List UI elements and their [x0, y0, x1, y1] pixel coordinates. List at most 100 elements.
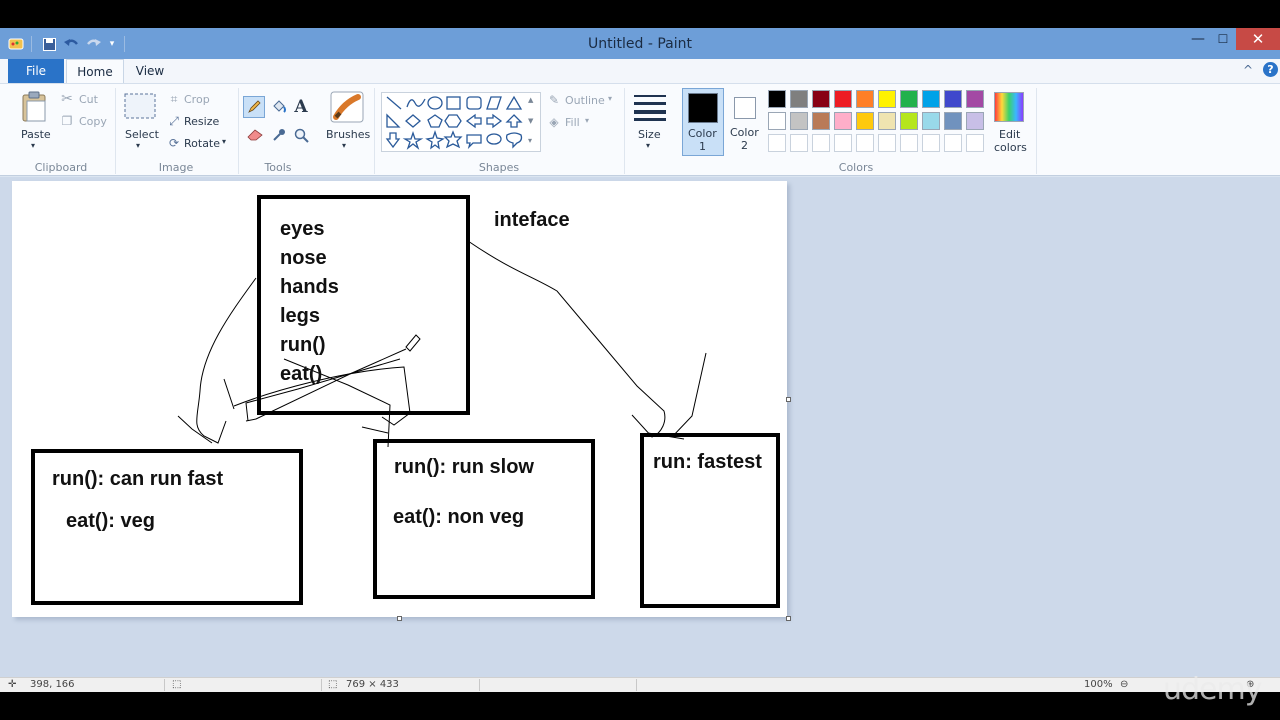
- letterbox-bottom: [0, 692, 1280, 720]
- interface-member-eat: eat(): [280, 363, 323, 385]
- magnifier-icon[interactable]: [291, 124, 311, 146]
- color2-label: Color: [730, 126, 759, 139]
- fill-dropdown-icon[interactable]: ▾: [585, 116, 589, 125]
- custom-color-slot[interactable]: [834, 134, 852, 152]
- custom-color-slot[interactable]: [812, 134, 830, 152]
- size-button[interactable]: Size: [638, 128, 661, 141]
- shapes-scroll-up-icon[interactable]: ▲: [528, 96, 533, 104]
- select-dropdown-icon[interactable]: ▾: [136, 141, 140, 150]
- palette-swatch[interactable]: [790, 112, 808, 130]
- paste-dropdown-icon[interactable]: ▾: [31, 141, 35, 150]
- rotate-dropdown-icon[interactable]: ▾: [222, 137, 226, 146]
- palette-swatch[interactable]: [856, 90, 874, 108]
- custom-color-slot[interactable]: [768, 134, 786, 152]
- brushes-button[interactable]: Brushes: [326, 128, 370, 141]
- fill-button[interactable]: Fill: [565, 116, 580, 129]
- palette-swatch[interactable]: [834, 90, 852, 108]
- palette-swatch[interactable]: [900, 90, 918, 108]
- fill-bucket-icon[interactable]: [269, 96, 289, 118]
- cursor-position: 398, 166: [30, 679, 75, 690]
- tab-view[interactable]: View: [126, 59, 174, 83]
- palette-swatch[interactable]: [944, 90, 962, 108]
- shapes-expand-icon[interactable]: ▾: [528, 136, 532, 145]
- color-picker-icon[interactable]: [269, 124, 289, 146]
- drawing-canvas[interactable]: eyes nose hands legs run() eat() intefac…: [12, 181, 787, 617]
- select-icon[interactable]: [124, 92, 156, 120]
- udemy-watermark: udemy: [1163, 672, 1262, 707]
- tab-file[interactable]: File: [8, 59, 64, 83]
- interface-label: inteface: [494, 209, 570, 231]
- left-box-eat: eat(): veg: [66, 510, 155, 532]
- custom-color-slot[interactable]: [900, 134, 918, 152]
- size-dropdown-icon[interactable]: ▾: [646, 141, 650, 150]
- color1-button[interactable]: Color 1: [682, 88, 724, 156]
- text-tool-icon[interactable]: A: [291, 96, 311, 118]
- palette-swatch[interactable]: [812, 90, 830, 108]
- palette-swatch[interactable]: [922, 112, 940, 130]
- brushes-icon[interactable]: [329, 90, 365, 124]
- palette-swatch[interactable]: [878, 112, 896, 130]
- zoom-out-icon[interactable]: ⊖: [1120, 679, 1128, 690]
- resize-handle-bottom[interactable]: [397, 616, 402, 621]
- tools-group-label: Tools: [264, 161, 292, 174]
- custom-color-slot[interactable]: [944, 134, 962, 152]
- color1-swatch: [688, 93, 718, 123]
- palette-swatch[interactable]: [812, 112, 830, 130]
- canvas-size-icon: ⬚: [328, 679, 338, 690]
- copy-button[interactable]: Copy: [79, 115, 107, 128]
- cut-button[interactable]: Cut: [79, 93, 98, 106]
- palette-swatch[interactable]: [878, 90, 896, 108]
- fill-icon: ◈: [549, 115, 559, 129]
- resize-handle-corner[interactable]: [786, 616, 791, 621]
- help-icon[interactable]: ?: [1263, 62, 1278, 77]
- group-separator: [1036, 88, 1037, 174]
- maximize-button[interactable]: ☐: [1212, 28, 1234, 50]
- outline-button[interactable]: Outline: [565, 94, 605, 107]
- resize-button[interactable]: Resize: [184, 115, 219, 128]
- palette-swatch[interactable]: [966, 112, 984, 130]
- close-button[interactable]: ✕: [1236, 28, 1280, 50]
- right-box-run: run: fastest: [653, 451, 762, 473]
- palette-swatch[interactable]: [834, 112, 852, 130]
- custom-color-slot[interactable]: [856, 134, 874, 152]
- paste-icon[interactable]: [20, 90, 50, 124]
- paste-button[interactable]: Paste: [21, 128, 51, 141]
- interface-member-legs: legs: [280, 305, 321, 327]
- status-separator: [636, 679, 637, 691]
- color2-number: 2: [741, 139, 748, 152]
- shapes-scroll-down-icon[interactable]: ▼: [528, 117, 533, 125]
- palette-swatch[interactable]: [922, 90, 940, 108]
- resize-handle-right[interactable]: [786, 397, 791, 402]
- palette-swatch[interactable]: [856, 112, 874, 130]
- palette-swatch[interactable]: [966, 90, 984, 108]
- rotate-button[interactable]: Rotate: [184, 137, 220, 150]
- shapes-gallery[interactable]: [381, 92, 541, 152]
- tab-home[interactable]: Home: [66, 59, 124, 83]
- palette-swatch[interactable]: [790, 90, 808, 108]
- palette-swatch[interactable]: [900, 112, 918, 130]
- color2-button[interactable]: Color 2: [727, 88, 765, 156]
- outline-dropdown-icon[interactable]: ▾: [608, 94, 612, 103]
- crop-icon: ⌗: [170, 91, 178, 106]
- minimize-button[interactable]: —: [1187, 28, 1209, 50]
- brushes-dropdown-icon[interactable]: ▾: [342, 141, 346, 150]
- minimize-ribbon-icon[interactable]: ^: [1243, 63, 1253, 77]
- eraser-icon[interactable]: [245, 124, 265, 146]
- custom-color-slot[interactable]: [922, 134, 940, 152]
- color1-number: 1: [699, 140, 706, 153]
- palette-swatch[interactable]: [768, 90, 786, 108]
- palette-swatch[interactable]: [768, 112, 786, 130]
- edit-colors-label: colors: [994, 141, 1027, 154]
- custom-color-slot[interactable]: [790, 134, 808, 152]
- select-button[interactable]: Select: [125, 128, 159, 141]
- crop-button[interactable]: Crop: [184, 93, 210, 106]
- pencil-icon[interactable]: [243, 96, 265, 118]
- group-separator: [238, 88, 239, 174]
- edit-colors-button[interactable]: Edit: [999, 128, 1020, 141]
- size-icon[interactable]: [632, 92, 668, 122]
- custom-color-slot[interactable]: [966, 134, 984, 152]
- clipboard-group-label: Clipboard: [34, 161, 88, 174]
- custom-color-slot[interactable]: [878, 134, 896, 152]
- edit-colors-icon[interactable]: [994, 92, 1024, 122]
- palette-swatch[interactable]: [944, 112, 962, 130]
